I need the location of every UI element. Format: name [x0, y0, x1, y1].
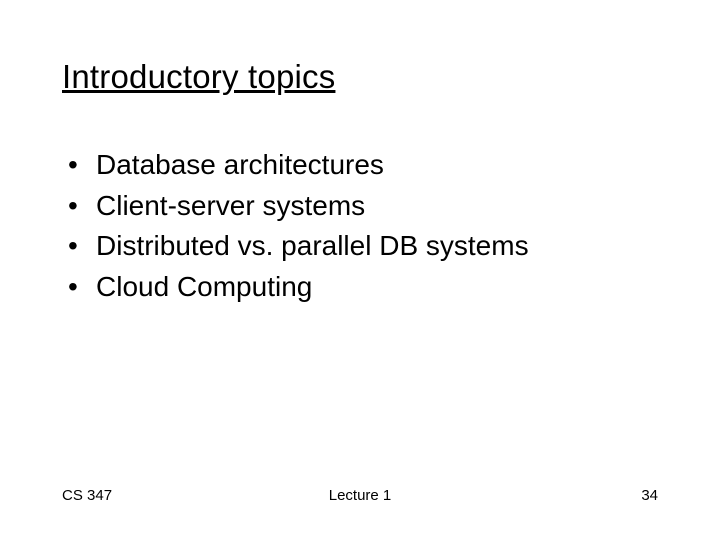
list-item: • Database architectures [68, 145, 529, 186]
bullet-icon: • [68, 145, 96, 186]
list-item: • Distributed vs. parallel DB systems [68, 226, 529, 267]
bullet-text: Database architectures [96, 145, 384, 186]
list-item: • Cloud Computing [68, 267, 529, 308]
bullet-text: Client-server systems [96, 186, 365, 227]
footer-center: Lecture 1 [329, 487, 392, 504]
bullet-icon: • [68, 267, 96, 308]
bullet-text: Cloud Computing [96, 267, 312, 308]
footer-right: 34 [641, 487, 658, 504]
bullet-list: • Database architectures • Client-server… [68, 145, 529, 307]
slide-title: Introductory topics [62, 58, 335, 96]
footer-left: CS 347 [62, 487, 112, 504]
list-item: • Client-server systems [68, 186, 529, 227]
slide: Introductory topics • Database architect… [0, 0, 720, 540]
slide-footer: CS 347 Lecture 1 34 [0, 487, 720, 504]
bullet-icon: • [68, 186, 96, 227]
bullet-icon: • [68, 226, 96, 267]
bullet-text: Distributed vs. parallel DB systems [96, 226, 529, 267]
